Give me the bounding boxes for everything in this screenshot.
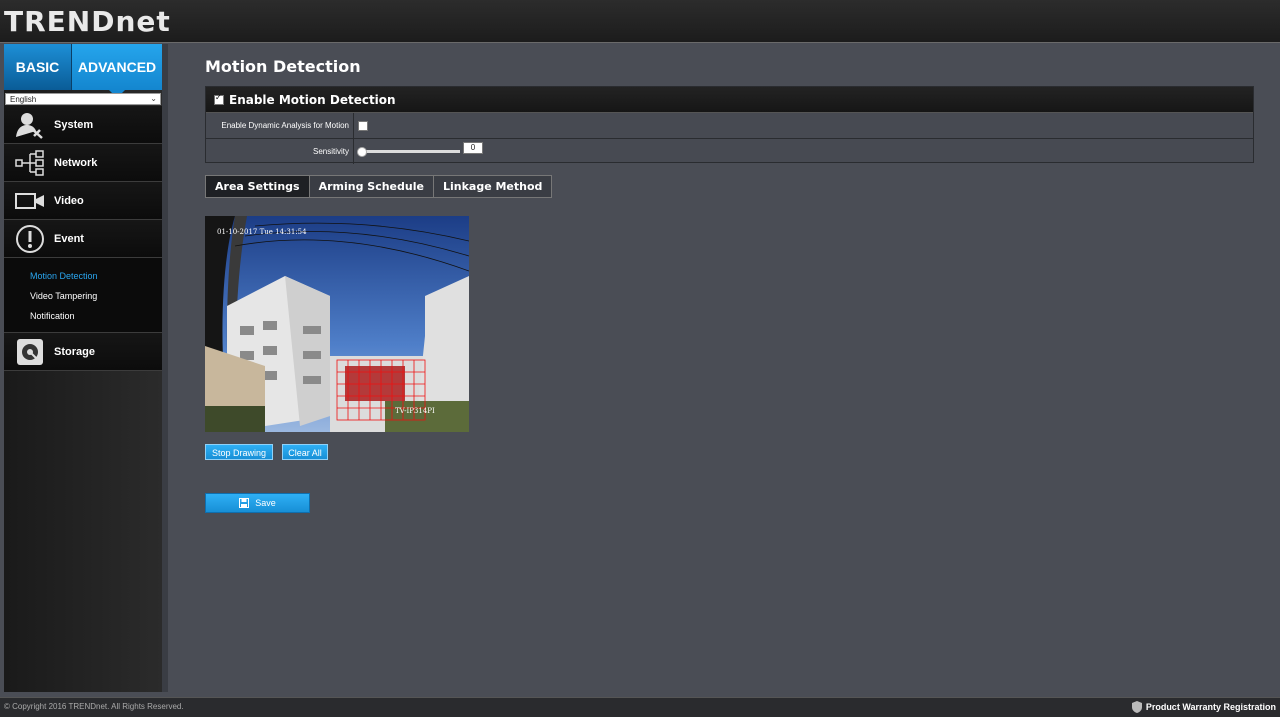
motion-settings-panel: Enable Motion Detection Enable Dynamic A… — [205, 86, 1254, 164]
enable-motion-checkbox[interactable] — [214, 93, 224, 105]
exclamation-icon — [10, 224, 50, 254]
top-bar: TRENDnet — [0, 0, 1280, 43]
page-title: Motion Detection — [205, 57, 361, 76]
sidebar-item-label: Network — [54, 156, 98, 169]
enable-motion-label: Enable Motion Detection — [229, 92, 396, 107]
submenu-item-notification[interactable]: Notification — [4, 306, 162, 326]
sidebar-item-event[interactable]: Event — [4, 220, 162, 258]
warranty-link[interactable]: Product Warranty Registration — [1131, 701, 1276, 713]
sensitivity-label: Sensitivity — [206, 139, 354, 164]
shield-icon — [1131, 701, 1142, 713]
storage-icon — [10, 338, 50, 366]
dynamic-analysis-label: Enable Dynamic Analysis for Motion — [206, 113, 354, 138]
network-icon — [10, 149, 50, 176]
stop-drawing-button[interactable]: Stop Drawing — [205, 444, 273, 460]
sidebar-item-label: Video — [54, 194, 84, 207]
sidebar-item-label: System — [54, 118, 94, 131]
sidebar-item-system[interactable]: System — [4, 106, 162, 144]
chevron-down-icon: ⌄ — [150, 94, 157, 103]
mode-tabs: BASIC ADVANCED — [4, 44, 162, 98]
settings-tabs: Area Settings Arming Schedule Linkage Me… — [205, 175, 553, 198]
submenu-item-motion-detection[interactable]: Motion Detection — [4, 266, 162, 286]
submenu-item-video-tampering[interactable]: Video Tampering — [4, 286, 162, 306]
save-label: Save — [255, 498, 276, 508]
clear-all-button[interactable]: Clear All — [282, 444, 328, 460]
tab-area-settings[interactable]: Area Settings — [206, 176, 310, 197]
sidebar: BASIC ADVANCED English ⌄ System Network … — [4, 44, 162, 692]
sidebar-item-label: Event — [54, 232, 84, 245]
video-camera-icon — [10, 191, 50, 211]
trendnet-logo: TRENDnet — [4, 5, 171, 38]
event-submenu: Motion Detection Video Tampering Notific… — [4, 258, 162, 333]
slider-knob[interactable] — [357, 147, 367, 157]
tab-arming-schedule[interactable]: Arming Schedule — [309, 176, 434, 197]
copyright-text: © Copyright 2016 TRENDnet. All Rights Re… — [4, 702, 184, 711]
camera-preview[interactable]: 01-10-2017 Tue 14:31:54 TV-IP314PI — [205, 216, 469, 432]
enable-motion-header: Enable Motion Detection — [206, 87, 1253, 113]
dynamic-analysis-checkbox[interactable] — [358, 120, 368, 131]
sensitivity-row: Sensitivity 0 — [206, 139, 1253, 164]
language-selected: English — [10, 95, 37, 104]
warranty-label: Product Warranty Registration — [1145, 702, 1276, 712]
tab-advanced[interactable]: ADVANCED — [72, 44, 162, 98]
save-button[interactable]: Save — [205, 493, 310, 513]
system-user-icon — [10, 111, 50, 139]
sidebar-item-video[interactable]: Video — [4, 182, 162, 220]
camera-name: TV-IP314PI — [395, 407, 435, 415]
language-select[interactable]: English ⌄ — [5, 93, 161, 105]
tab-linkage-method[interactable]: Linkage Method — [433, 176, 552, 197]
sidebar-item-network[interactable]: Network — [4, 144, 162, 182]
camera-image: 01-10-2017 Tue 14:31:54 TV-IP314PI — [205, 216, 469, 432]
sidebar-item-label: Storage — [54, 345, 95, 358]
footer: © Copyright 2016 TRENDnet. All Rights Re… — [0, 697, 1280, 717]
sensitivity-value[interactable]: 0 — [463, 141, 483, 154]
tab-basic[interactable]: BASIC — [4, 44, 72, 90]
camera-timestamp: 01-10-2017 Tue 14:31:54 — [217, 228, 307, 236]
sensitivity-slider[interactable] — [357, 147, 460, 157]
floppy-disk-icon — [239, 498, 250, 508]
sidebar-item-storage[interactable]: Storage — [4, 333, 162, 371]
dynamic-analysis-row: Enable Dynamic Analysis for Motion — [206, 113, 1253, 139]
sidebar-gutter — [162, 44, 168, 692]
